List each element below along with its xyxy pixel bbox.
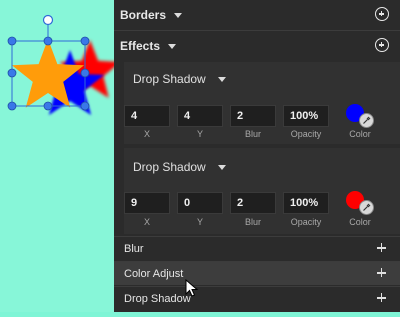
resize-handle-n[interactable] bbox=[43, 36, 53, 46]
effects-label: Effects bbox=[120, 39, 161, 53]
color-label: Color bbox=[349, 217, 371, 227]
design-canvas[interactable] bbox=[0, 0, 121, 312]
resize-handle-sw[interactable] bbox=[7, 101, 17, 111]
opacity-label: Opacity bbox=[290, 129, 322, 139]
eyedropper-icon[interactable] bbox=[359, 113, 374, 128]
shadow-x-input[interactable]: 9 bbox=[124, 192, 170, 214]
mouse-pointer-icon bbox=[185, 279, 199, 297]
effect-drop-shadow-1: Drop Shadow 4 4 2 100% X Y Blur Opacity … bbox=[124, 62, 400, 144]
plus-icon[interactable] bbox=[377, 268, 386, 277]
borders-section-header[interactable]: Borders bbox=[114, 0, 400, 30]
shadow-opacity-input[interactable]: 100% bbox=[283, 105, 329, 127]
caret-down-icon[interactable] bbox=[217, 77, 226, 82]
add-border-button[interactable] bbox=[375, 7, 389, 21]
plus-icon[interactable] bbox=[377, 293, 386, 302]
effect-title: Drop Shadow bbox=[133, 160, 206, 174]
effect-drop-shadow-2: Drop Shadow 9 0 2 100% X Y Blur Opacity … bbox=[124, 148, 400, 234]
caret-down-icon[interactable] bbox=[168, 44, 177, 49]
add-drop-shadow-row[interactable]: Drop Shadow bbox=[114, 286, 400, 310]
plus-icon[interactable] bbox=[377, 243, 386, 252]
opacity-label: Opacity bbox=[290, 217, 322, 227]
list-item-label: Drop Shadow bbox=[124, 292, 191, 305]
properties-panel: Borders Effects Drop Shadow 4 4 2 100% X… bbox=[114, 0, 400, 312]
shadow-y-input[interactable]: 0 bbox=[177, 192, 223, 214]
shadow-blur-input[interactable]: 2 bbox=[230, 105, 276, 127]
x-label: X bbox=[143, 129, 150, 139]
resize-handle-e[interactable] bbox=[80, 68, 90, 78]
eyedropper-icon[interactable] bbox=[359, 200, 374, 215]
effect-type-dropdown[interactable]: Drop Shadow bbox=[124, 64, 400, 94]
resize-handle-w[interactable] bbox=[7, 68, 17, 78]
blur-label: Blur bbox=[244, 129, 261, 139]
shadow-blur-input[interactable]: 2 bbox=[230, 192, 276, 214]
caret-down-icon[interactable] bbox=[217, 165, 226, 170]
add-blur-row[interactable]: Blur bbox=[114, 236, 400, 260]
effect-type-dropdown[interactable]: Drop Shadow bbox=[124, 152, 400, 182]
blur-label: Blur bbox=[244, 217, 261, 227]
add-effect-button[interactable] bbox=[375, 38, 389, 52]
effect-title: Drop Shadow bbox=[133, 72, 206, 86]
shadow-x-input[interactable]: 4 bbox=[124, 105, 170, 127]
shadow-y-input[interactable]: 4 bbox=[177, 105, 223, 127]
resize-handle-nw[interactable] bbox=[7, 36, 17, 46]
rotation-handle[interactable] bbox=[42, 14, 54, 26]
resize-handle-s[interactable] bbox=[43, 101, 53, 111]
canvas-artwork bbox=[7, 14, 121, 116]
effects-section-header[interactable]: Effects bbox=[114, 31, 400, 61]
y-label: Y bbox=[196, 129, 203, 139]
borders-label: Borders bbox=[120, 8, 167, 22]
x-label: X bbox=[143, 217, 150, 227]
list-item-label: Blur bbox=[124, 242, 144, 255]
color-label: Color bbox=[349, 129, 371, 139]
add-color-adjust-row[interactable]: Color Adjust bbox=[114, 261, 400, 285]
shadow-opacity-input[interactable]: 100% bbox=[283, 192, 329, 214]
resize-handle-se[interactable] bbox=[80, 101, 90, 111]
list-item-label: Color Adjust bbox=[124, 267, 184, 280]
caret-down-icon[interactable] bbox=[174, 13, 183, 18]
y-label: Y bbox=[196, 217, 203, 227]
resize-handle-ne[interactable] bbox=[80, 36, 90, 46]
